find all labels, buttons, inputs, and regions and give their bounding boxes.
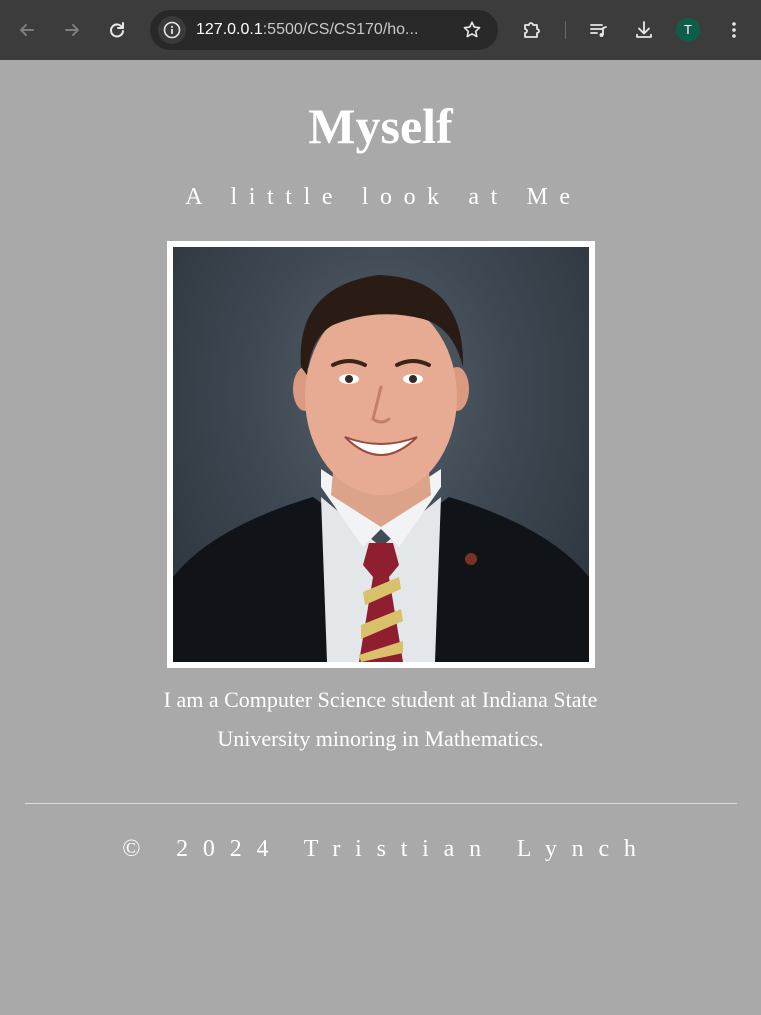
profile-photo	[167, 241, 595, 668]
browser-toolbar: 127.0.0.1:5500/CS/CS170/ho... T	[0, 0, 761, 60]
page-subtitle: A little look at Me	[185, 184, 582, 210]
info-icon	[163, 21, 181, 39]
kebab-menu-icon	[732, 22, 736, 38]
back-button[interactable]	[11, 14, 43, 46]
page-title: Myself	[308, 98, 453, 154]
star-icon	[463, 21, 481, 38]
arrow-right-icon	[65, 24, 79, 36]
media-controls-button[interactable]	[583, 14, 615, 46]
address-bar[interactable]: 127.0.0.1:5500/CS/CS170/ho...	[150, 10, 498, 50]
playlist-icon	[590, 24, 607, 37]
profile-avatar[interactable]: T	[676, 18, 700, 42]
extensions-button[interactable]	[516, 14, 548, 46]
puzzle-icon	[524, 22, 540, 38]
url-path: :5500/CS/CS170/ho...	[262, 21, 419, 38]
profile-photo-image	[173, 247, 589, 662]
footer-divider	[25, 803, 737, 804]
page-content: Myself A little look at Me I am a Comput…	[0, 60, 761, 1015]
toolbar-separator	[565, 21, 566, 39]
reload-icon	[110, 22, 124, 38]
downloads-button[interactable]	[628, 14, 660, 46]
forward-button[interactable]	[56, 14, 88, 46]
site-info-button[interactable]	[158, 16, 186, 44]
reload-button[interactable]	[101, 14, 133, 46]
download-icon	[636, 21, 652, 38]
portrait-illustration	[173, 275, 589, 662]
bookmark-button[interactable]	[462, 20, 482, 40]
url-host: 127.0.0.1	[196, 21, 263, 38]
url-text[interactable]: 127.0.0.1:5500/CS/CS170/ho...	[196, 21, 446, 39]
footer-copyright: © 2024 Tristian Lynch	[122, 836, 651, 862]
bio-text: I am a Computer Science student at India…	[163, 687, 598, 751]
arrow-left-icon	[20, 24, 34, 36]
browser-menu-button[interactable]	[718, 14, 750, 46]
